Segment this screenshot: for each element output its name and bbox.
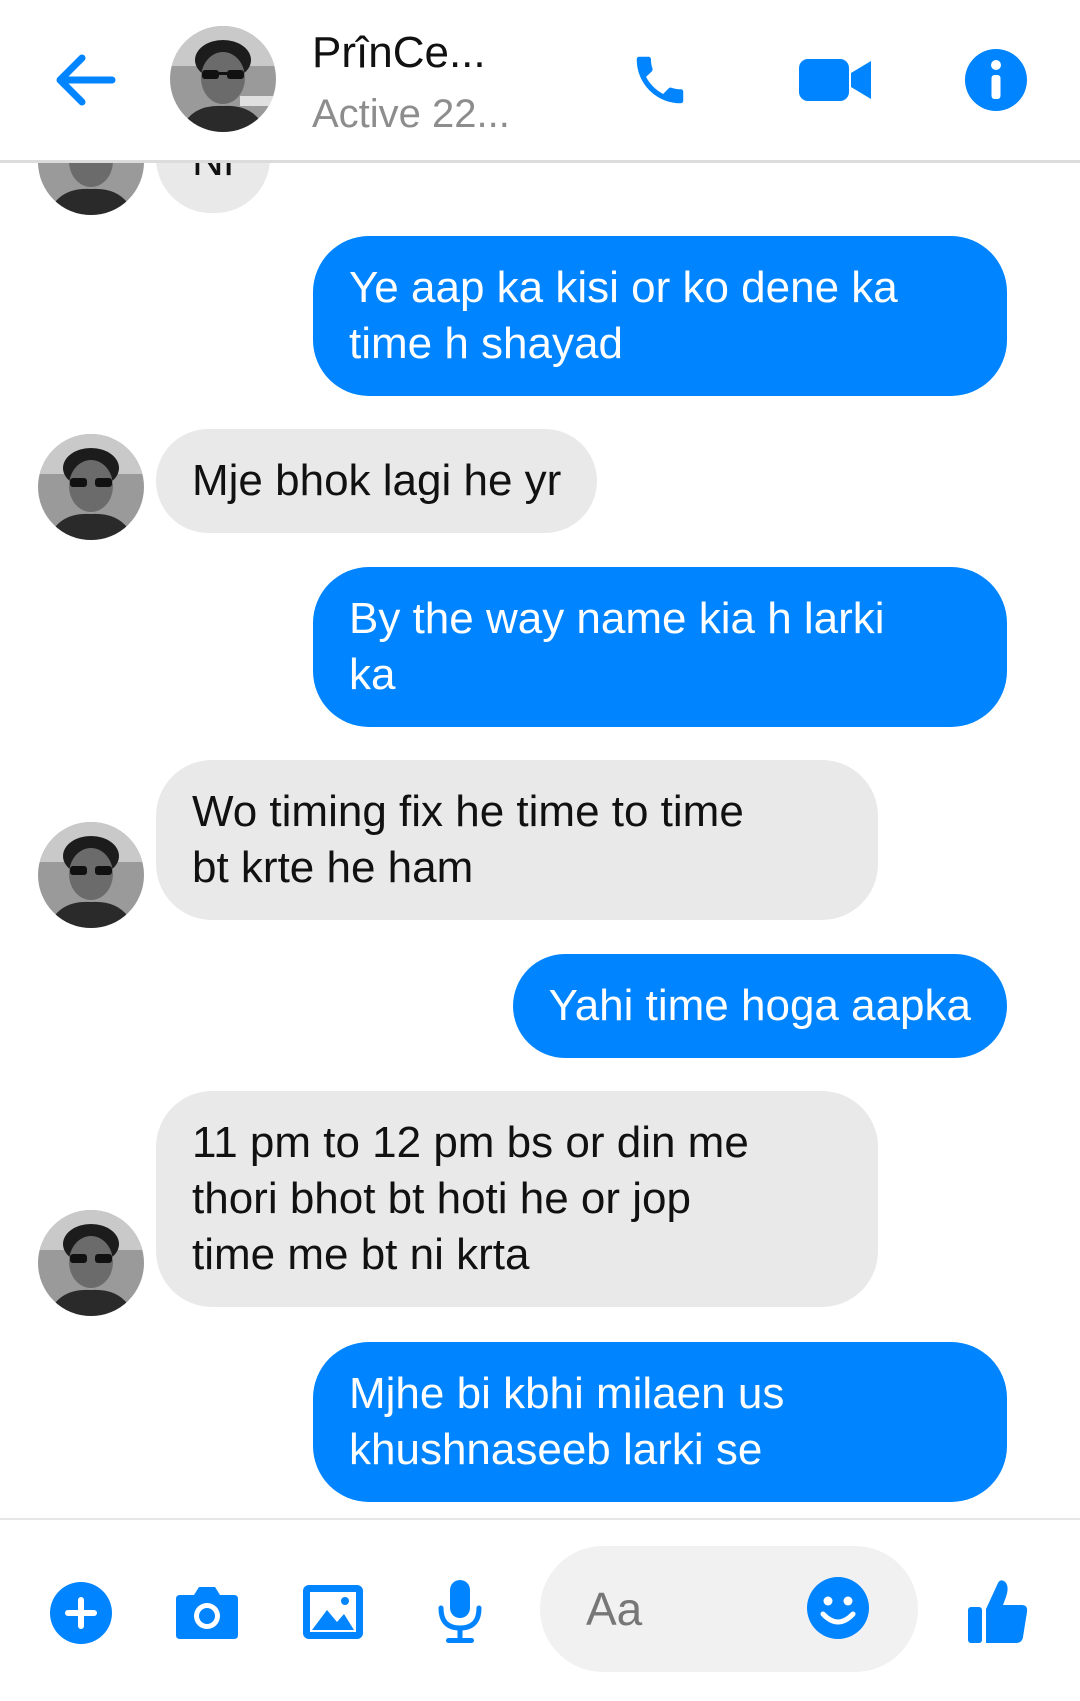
message-list[interactable]: Ni Ye aap ka kisi or ko dene ka time h s… — [0, 163, 1080, 1518]
sender-avatar[interactable] — [38, 1210, 144, 1316]
message-input-placeholder: Aa — [586, 1583, 643, 1635]
message-bubble-outgoing[interactable]: By the way name kia h larki ka — [313, 567, 1007, 727]
message-bubble-incoming[interactable]: Wo timing fix he time to time bt krte he… — [156, 760, 878, 920]
message-bubble-incoming[interactable]: Ni — [156, 163, 270, 213]
message-input[interactable]: Aa — [540, 1546, 918, 1672]
emoji-button[interactable] — [806, 1576, 872, 1642]
like-button[interactable] — [962, 1572, 1034, 1652]
phone-icon — [636, 56, 684, 104]
message-bubble-outgoing[interactable]: Ye aap ka kisi or ko dene ka time h shay… — [313, 236, 1007, 396]
message-bubble-outgoing[interactable]: Mjhe bi kbhi milaen us khushnaseeb larki… — [313, 1342, 1007, 1502]
voice-message-button[interactable] — [430, 1576, 490, 1648]
contact-status: Active 22... — [312, 92, 510, 136]
back-arrow-icon — [56, 54, 116, 106]
plus-icon — [50, 1582, 112, 1644]
message-bubble-outgoing[interactable]: Yahi time hoga aapka — [512, 954, 1007, 1058]
call-button[interactable] — [622, 46, 698, 114]
sender-avatar[interactable] — [38, 434, 144, 540]
emoji-icon — [807, 1577, 869, 1639]
microphone-icon — [438, 1580, 482, 1643]
back-button[interactable] — [48, 48, 120, 112]
gallery-icon — [303, 1585, 363, 1639]
video-camera-icon — [799, 59, 871, 101]
gallery-button[interactable] — [298, 1580, 368, 1644]
contact-avatar[interactable] — [170, 26, 276, 132]
info-icon — [965, 49, 1027, 111]
camera-button[interactable] — [172, 1580, 242, 1644]
message-composer: Aa — [0, 1518, 1080, 1701]
contact-name[interactable]: PrînCe... — [312, 28, 512, 78]
more-actions-button[interactable] — [48, 1580, 114, 1646]
message-bubble-incoming[interactable]: 11 pm to 12 pm bs or din me thori bhot b… — [156, 1091, 878, 1307]
thumbs-up-icon — [968, 1580, 1028, 1643]
sender-avatar[interactable] — [38, 822, 144, 928]
video-call-button[interactable] — [790, 50, 880, 110]
message-bubble-incoming[interactable]: Mje bhok lagi he yr — [156, 429, 598, 533]
sender-avatar[interactable] — [38, 163, 144, 215]
camera-icon — [176, 1587, 238, 1639]
conversation-header: PrînCe... Active 22... — [0, 0, 1080, 163]
info-button[interactable] — [962, 46, 1030, 114]
